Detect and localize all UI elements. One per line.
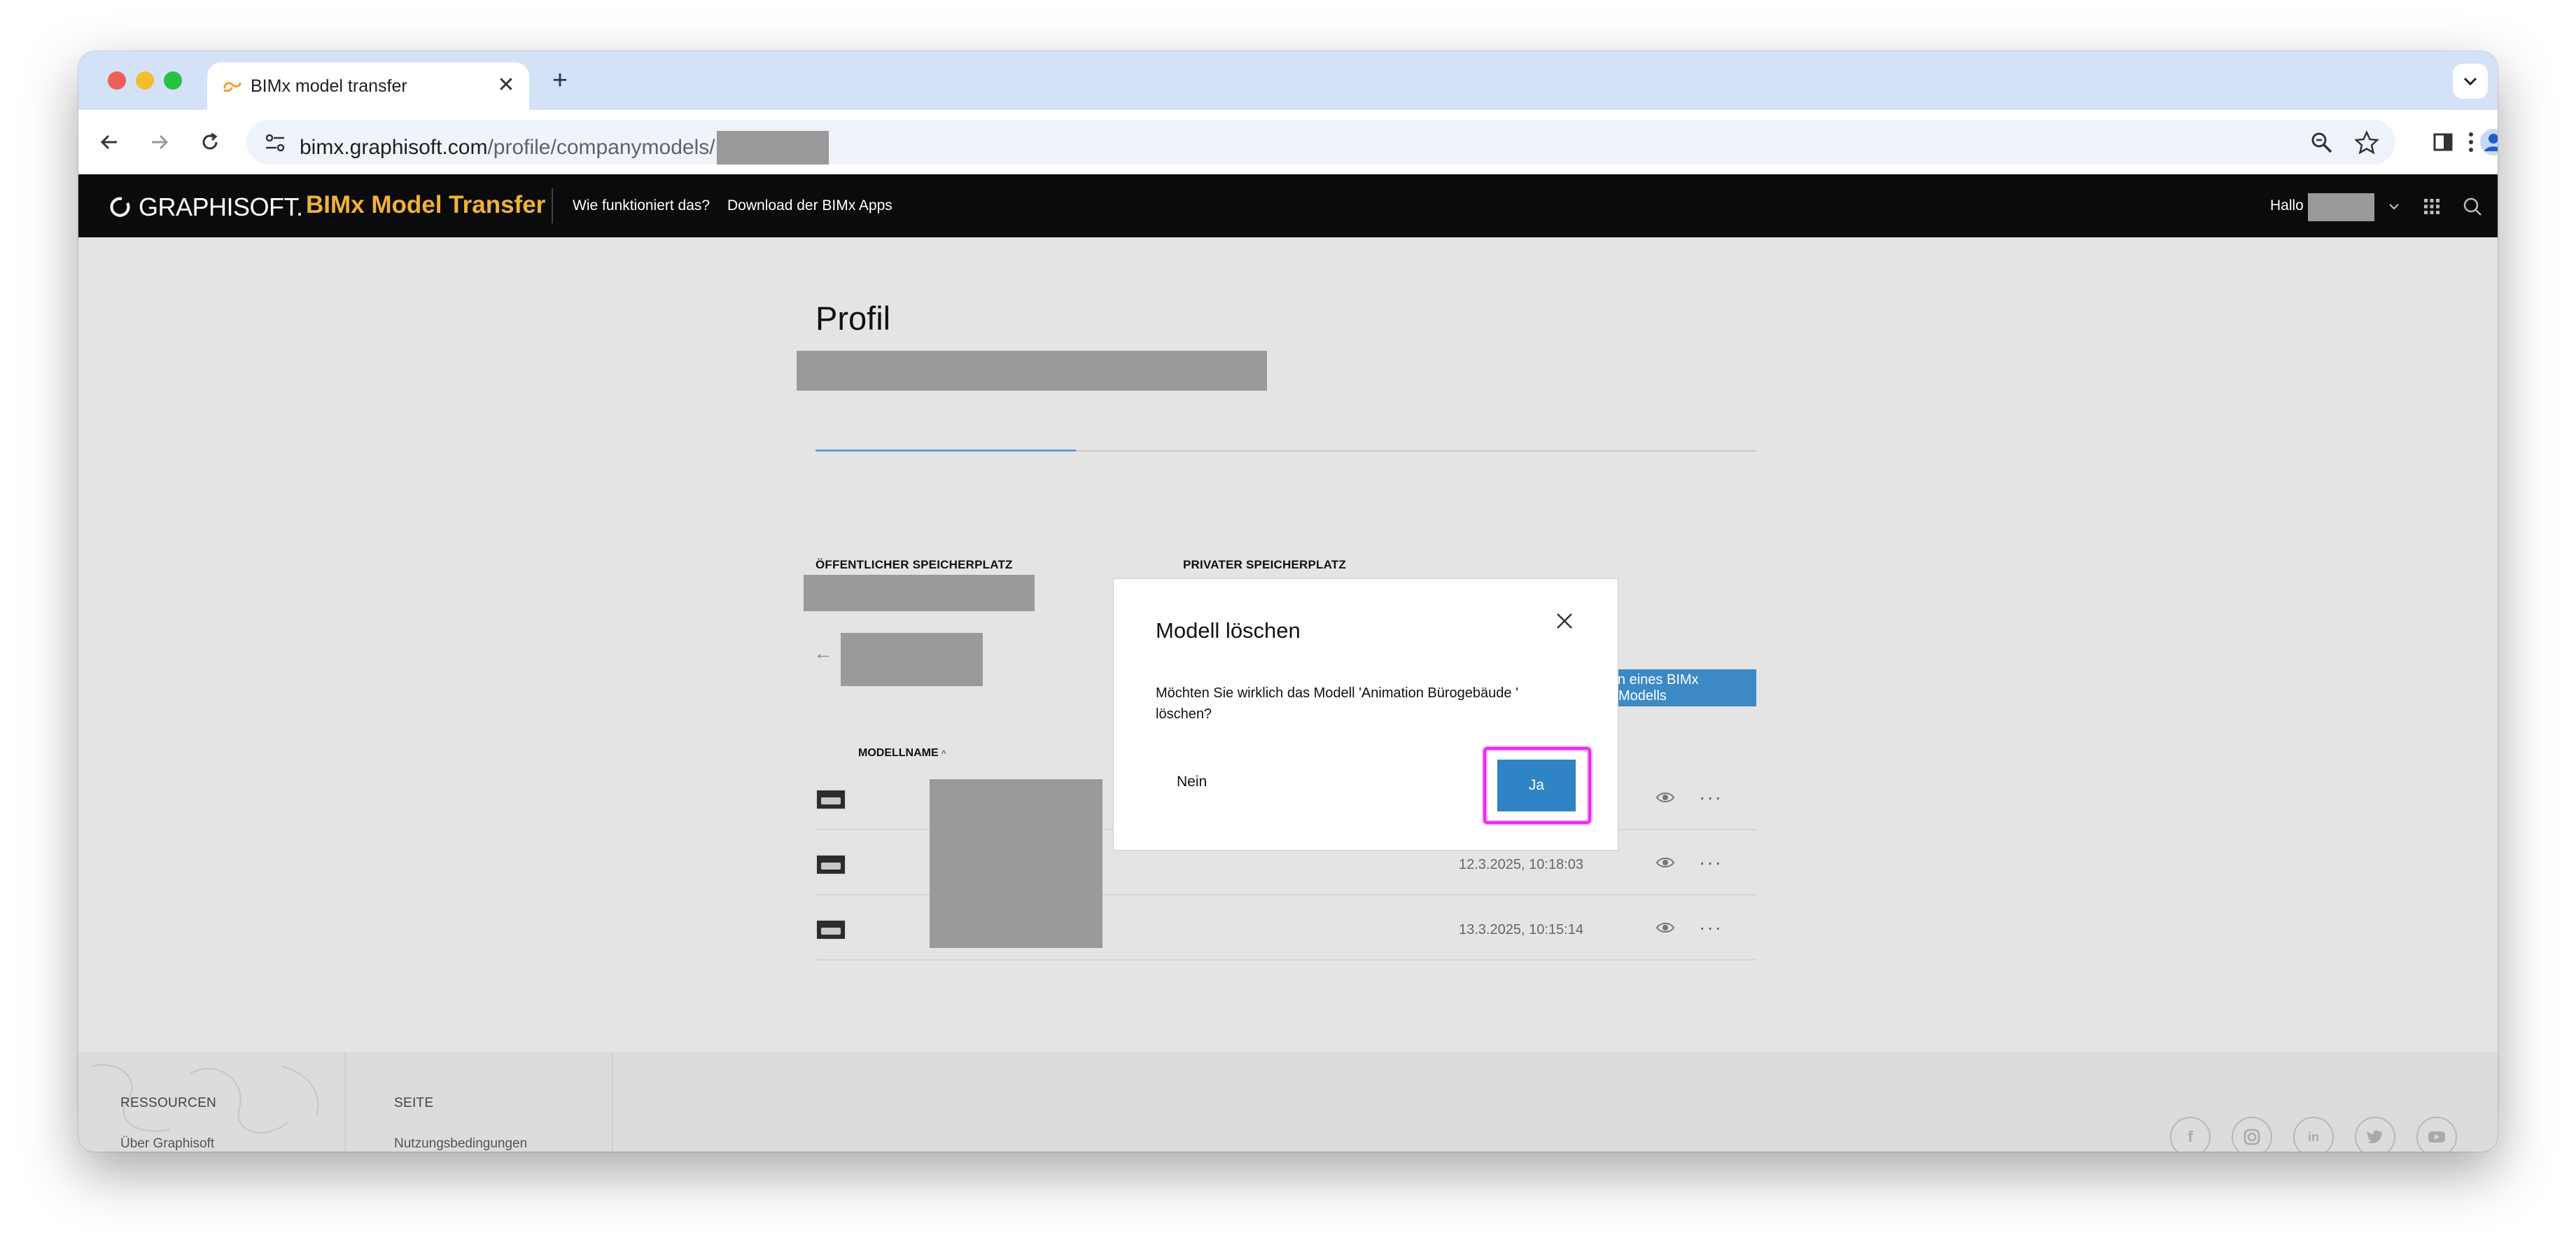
minimize-window-button[interactable] (136, 71, 154, 90)
side-panel-icon (2433, 133, 2453, 151)
yes-button[interactable]: Ja (1497, 760, 1576, 811)
twitter-bird-icon (2367, 1130, 2383, 1143)
instagram-icon[interactable] (2232, 1117, 2272, 1152)
arrow-left-icon (100, 134, 117, 150)
side-panel-button[interactable] (2426, 125, 2460, 159)
graphisoft-logo-icon (110, 197, 130, 217)
more-actions-icon[interactable]: ··· (1699, 786, 1723, 809)
youtube-play-icon (2428, 1131, 2445, 1143)
apps-grid-button[interactable] (2421, 195, 2443, 218)
redacted-block (930, 779, 1102, 948)
column-header-model-name[interactable]: MODELLNAME ^ (858, 747, 946, 760)
chevron-down-icon (2463, 77, 2477, 86)
eye-icon[interactable] (1656, 854, 1675, 871)
tab-close-icon[interactable]: ✕ (496, 75, 517, 96)
more-actions-icon[interactable]: ··· (1699, 916, 1723, 939)
dialog-title: Modell löschen (1156, 618, 1301, 643)
tab-search-button[interactable] (2453, 64, 2488, 99)
chevron-down-icon (2389, 204, 2399, 210)
instagram-glyph-icon (2244, 1129, 2260, 1145)
header-divider (552, 188, 553, 223)
redacted-block (797, 351, 1267, 391)
arrow-right-icon (152, 134, 169, 150)
eye-icon[interactable] (1656, 919, 1675, 936)
footer-divider (344, 1052, 346, 1152)
browser-toolbar: bimx.graphisoft.com/profile/companymodel… (78, 110, 2498, 174)
youtube-icon[interactable] (2416, 1117, 2457, 1152)
footer-link-terms[interactable]: Nutzungsbedingungen (394, 1136, 527, 1152)
logo-text: GRAPHISOFT. (139, 193, 303, 221)
more-vertical-icon (2469, 132, 2473, 152)
delete-model-dialog: Modell löschen Möchten Sie wirklich das … (1113, 578, 1618, 851)
private-storage-label: PRIVATER SPEICHERPLATZ (1183, 558, 1346, 571)
user-menu-chevron[interactable] (2383, 195, 2405, 218)
user-greeting[interactable]: Hallo (2270, 197, 2304, 214)
model-thumbnail (816, 919, 846, 940)
nav-download-apps[interactable]: Download der BIMx Apps (727, 197, 892, 214)
grid-icon (2424, 199, 2440, 214)
browser-menu-button[interactable] (2457, 125, 2485, 159)
forward-button[interactable] (143, 125, 176, 159)
tab-strip: BIMx model transfer ✕ + (78, 51, 2498, 110)
header-search-button[interactable] (2461, 195, 2484, 218)
column-header-label: MODELLNAME (858, 747, 939, 759)
url-text[interactable]: bimx.graphisoft.com/profile/companymodel… (300, 131, 829, 165)
tab-title: BIMx model transfer (251, 76, 407, 96)
url-host: bimx.graphisoft.com (300, 136, 488, 159)
site-settings-icon[interactable] (263, 131, 287, 155)
footer-resources-heading: RESSOURCEN (120, 1096, 217, 1110)
eye-icon[interactable] (1656, 789, 1675, 806)
facebook-icon[interactable]: f (2170, 1117, 2211, 1152)
redacted-block (716, 131, 829, 165)
footer-divider (612, 1052, 613, 1152)
nav-how-it-works[interactable]: Wie funktioniert das? (573, 197, 710, 214)
close-icon[interactable] (1550, 607, 1578, 635)
linkedin-icon[interactable]: in (2293, 1117, 2334, 1152)
row-date: 13.3.2025, 10:15:14 (1459, 922, 1583, 937)
bookmark-star-icon[interactable] (2353, 130, 2380, 156)
reload-icon (202, 132, 218, 150)
site-header: GRAPHISOFT. BIMx Model Transfer Wie funk… (78, 174, 2498, 237)
model-thumbnail (816, 789, 846, 810)
browser-tab-active[interactable]: BIMx model transfer ✕ (207, 62, 529, 110)
twitter-icon[interactable] (2355, 1117, 2395, 1152)
redacted-block (841, 633, 983, 686)
close-window-button[interactable] (108, 71, 126, 90)
more-actions-icon[interactable]: ··· (1699, 851, 1723, 874)
profile-tab-active-indicator (816, 449, 1076, 452)
bimx-favicon-icon (223, 82, 241, 92)
new-tab-button[interactable]: + (546, 67, 574, 95)
redacted-username (2308, 193, 2374, 221)
public-storage-label: ÖFFENTLICHER SPEICHERPLATZ (816, 558, 1013, 571)
dialog-message: Möchten Sie wirklich das Modell 'Animati… (1156, 685, 1518, 722)
page-title: Profil (816, 300, 891, 337)
address-bar[interactable]: bimx.graphisoft.com/profile/companymodel… (246, 120, 2395, 165)
row-date: 12.3.2025, 10:18:03 (1459, 857, 1583, 872)
browser-window: BIMx model transfer ✕ + bimx.graphisoft.… (78, 51, 2498, 1152)
footer-page-heading: SEITE (394, 1096, 434, 1110)
back-button[interactable] (92, 125, 126, 159)
zoom-window-button[interactable] (164, 71, 182, 90)
reload-button[interactable] (193, 125, 227, 159)
sort-ascending-icon: ^ (941, 748, 946, 758)
footer-link-about[interactable]: Über Graphisoft (120, 1136, 214, 1152)
no-button[interactable]: Nein (1177, 774, 1207, 790)
graphisoft-logo[interactable]: GRAPHISOFT. (109, 193, 303, 222)
zoom-icon[interactable] (2309, 130, 2335, 156)
model-thumbnail (816, 854, 846, 875)
redacted-block (804, 575, 1035, 611)
main-content: Profil ÖFFENTLICHER SPEICHERPLATZ PRIVAT… (78, 237, 2498, 1052)
site-footer: RESSOURCEN Über Graphisoft SEITE Nutzung… (78, 1052, 2498, 1152)
brand-title[interactable]: BIMx Model Transfer (306, 191, 545, 219)
url-path: /profile/companymodels/ (487, 136, 715, 159)
back-folder-icon[interactable]: ← (813, 642, 834, 664)
search-icon (2463, 197, 2482, 216)
